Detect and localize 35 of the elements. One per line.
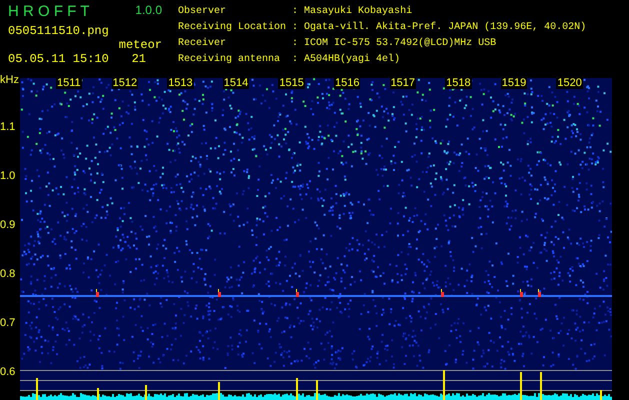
time-label: 1516 bbox=[334, 77, 360, 89]
axis-label: 0.7 bbox=[0, 317, 16, 329]
time-label: 1514 bbox=[222, 77, 250, 89]
info-value: Masayuki Kobayashi bbox=[304, 6, 414, 19]
axis-label: 1.1 bbox=[0, 121, 16, 133]
time-label: 1512 bbox=[112, 77, 138, 89]
app-title: H R O F F T bbox=[8, 4, 90, 20]
file-name: 0505111510.png bbox=[8, 24, 109, 38]
time-label: 1518 bbox=[445, 77, 472, 89]
axis-label: 0.9 bbox=[0, 219, 16, 231]
timestamp: 05.05.11 15:10 bbox=[8, 52, 109, 66]
info-value: A504HB(yagi 4el) bbox=[304, 54, 402, 67]
time-label: 1515 bbox=[278, 77, 305, 89]
time-label: 1519 bbox=[500, 77, 528, 89]
time-label: 1520 bbox=[556, 77, 583, 89]
meteor-count: 21 bbox=[132, 52, 147, 66]
axis-label: 0.8 bbox=[0, 268, 16, 280]
separator: : bbox=[292, 54, 298, 67]
info-label: Receiving antenna bbox=[178, 54, 282, 67]
info-label: Receiver bbox=[178, 38, 228, 51]
info-value: ICOM IC-575 53.7492(@LCD)MHz USB bbox=[304, 38, 498, 51]
axis-unit: kHz bbox=[0, 73, 20, 88]
meteor-count-label: meteor bbox=[118, 38, 162, 52]
separator: : bbox=[292, 38, 298, 51]
separator: : bbox=[292, 22, 298, 35]
axis-label: 0.6 bbox=[0, 366, 16, 378]
separator: : bbox=[292, 6, 298, 19]
info-label: Observer bbox=[178, 6, 228, 19]
axis-label: 1.0 bbox=[0, 170, 16, 182]
time-label: 1517 bbox=[390, 77, 416, 89]
info-label: Receiving Location bbox=[178, 22, 286, 35]
time-label: 1513 bbox=[167, 77, 194, 89]
info-value: Ogata-vill. Akita-Pref. JAPAN (139.96E, 40.02N) bbox=[304, 22, 586, 35]
time-label: 1511 bbox=[56, 77, 82, 89]
version-label: 1.0.0 bbox=[135, 4, 162, 19]
